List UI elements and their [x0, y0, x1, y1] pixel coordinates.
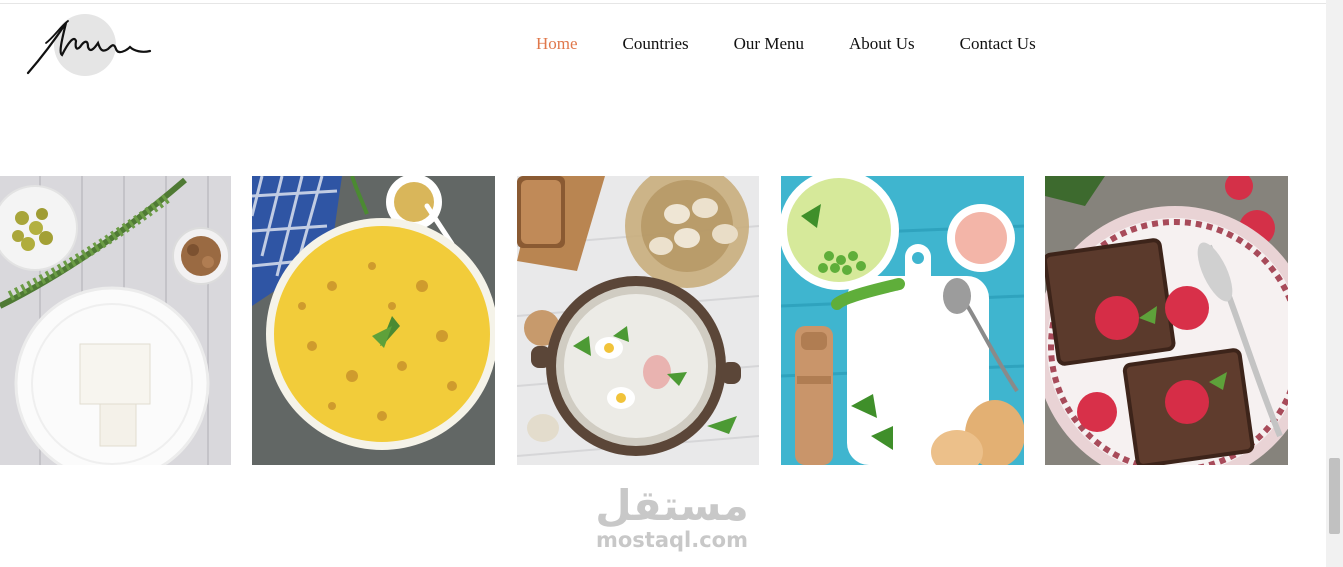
food-gallery — [0, 176, 1326, 465]
watermark-arabic: مستقل — [595, 481, 749, 530]
gallery-image-brownies[interactable] — [1045, 176, 1288, 465]
site-logo[interactable] — [26, 13, 152, 79]
nav-home[interactable]: Home — [536, 33, 578, 55]
page-scrollbar[interactable] — [1326, 0, 1343, 567]
gallery-image-pea-soup[interactable] — [781, 176, 1024, 465]
watermark-latin: mostaql.com — [596, 528, 748, 552]
top-border — [0, 0, 1326, 4]
nav-contact-us[interactable]: Contact Us — [960, 33, 1036, 55]
nav-countries[interactable]: Countries — [623, 33, 689, 55]
gallery-image-gratin[interactable] — [252, 176, 495, 465]
main-nav: Home Countries Our Menu About Us Contact… — [536, 33, 1081, 55]
gallery-image-soup[interactable] — [517, 176, 759, 465]
nav-about-us[interactable]: About Us — [849, 33, 915, 55]
gallery-image-cheese[interactable] — [0, 176, 231, 465]
scrollbar-thumb[interactable] — [1329, 458, 1340, 534]
nav-our-menu[interactable]: Our Menu — [734, 33, 804, 55]
mostaql-watermark: مستقل mostaql.com — [592, 481, 752, 553]
signature-icon — [26, 20, 152, 75]
